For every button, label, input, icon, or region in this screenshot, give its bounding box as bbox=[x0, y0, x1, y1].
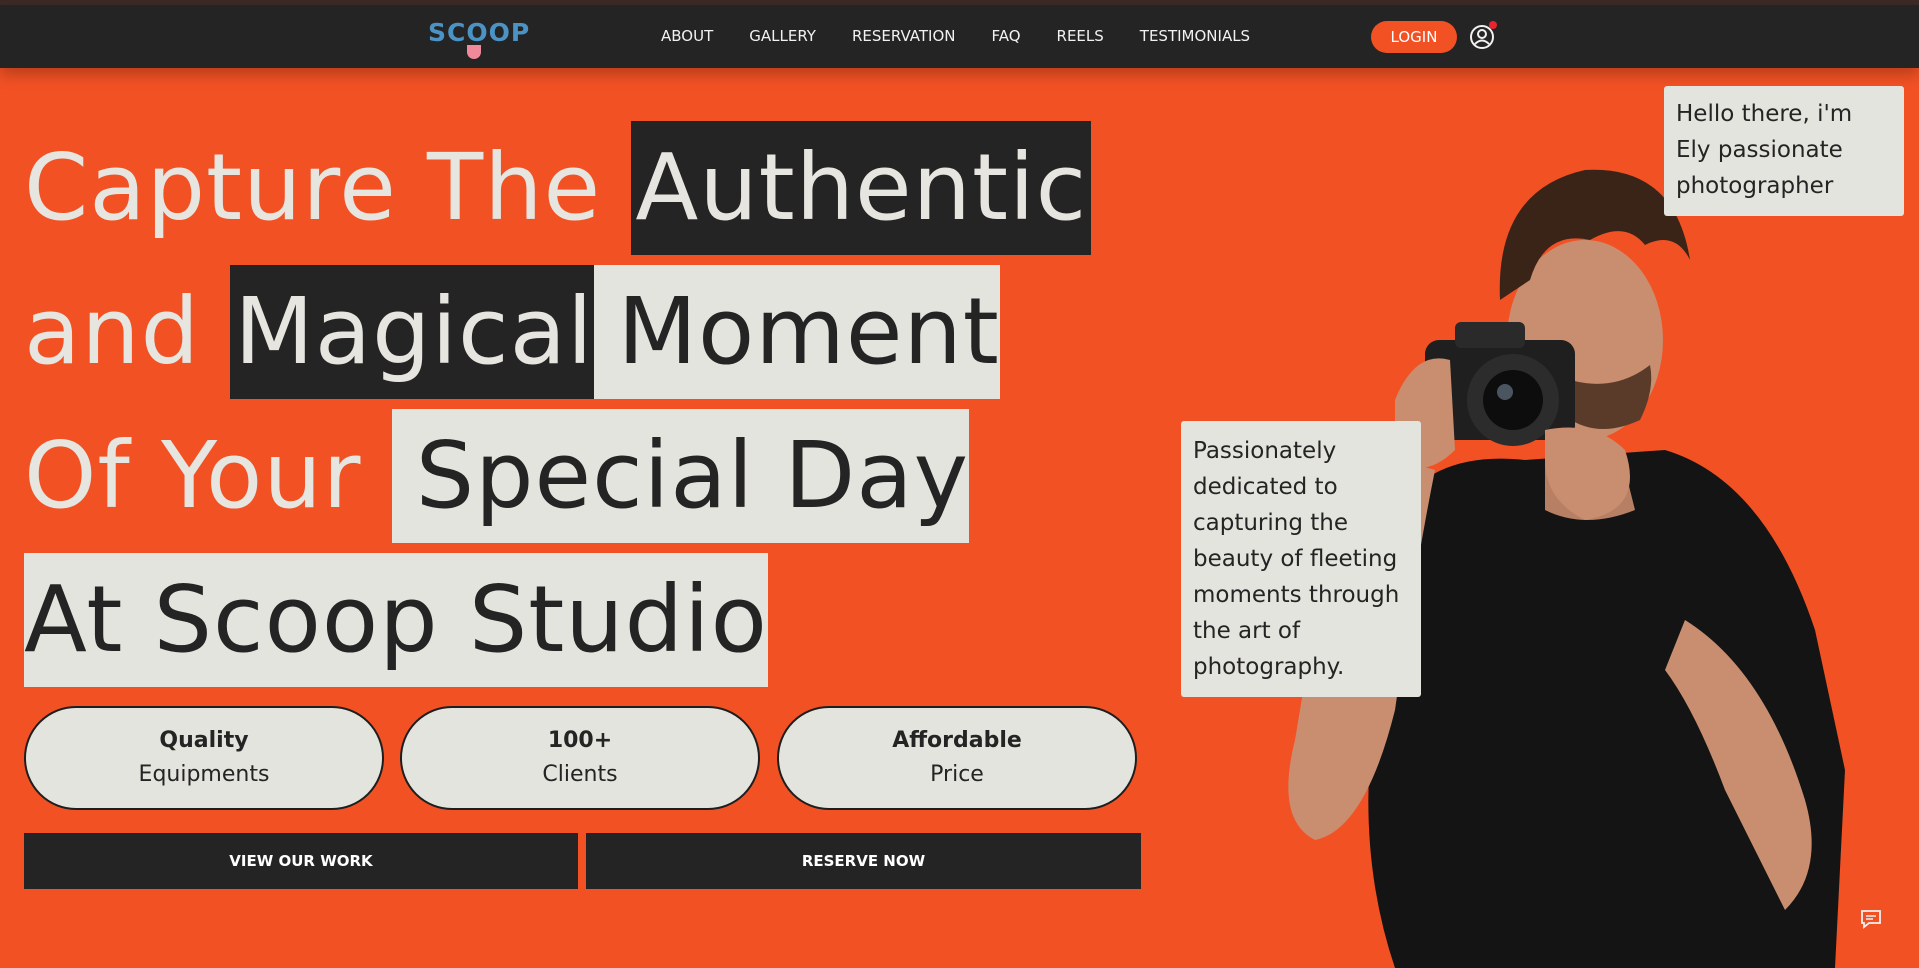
intro-text: Hello there, i'm Ely passionate photogra… bbox=[1676, 101, 1853, 199]
hero-line-2: and Magical Moment bbox=[24, 265, 1000, 399]
logo-text: SCOOP bbox=[428, 18, 531, 47]
feature-title: 100+ bbox=[547, 728, 613, 753]
hero-highlight-dark: Authentic bbox=[631, 121, 1092, 255]
hero-line-1: Capture The Authentic bbox=[24, 121, 1092, 255]
chat-icon[interactable] bbox=[1860, 908, 1882, 930]
hero-text: Capture The bbox=[24, 134, 632, 241]
feature-title: Affordable bbox=[892, 728, 1022, 753]
hero-text: and bbox=[24, 278, 231, 385]
nav-link-faq[interactable]: FAQ bbox=[991, 27, 1020, 49]
nav-link-reels[interactable]: REELS bbox=[1057, 27, 1104, 49]
navbar: SCOOP ABOUT GALLERY RESERVATION FAQ REEL… bbox=[0, 5, 1919, 68]
feature-subtitle: Clients bbox=[542, 762, 618, 787]
reserve-now-button[interactable]: RESERVE NOW bbox=[586, 833, 1141, 889]
logo-drip-icon bbox=[467, 45, 481, 59]
hero-highlight-light: Special Day bbox=[391, 409, 970, 543]
bio-bubble: Passionately dedicated to capturing the … bbox=[1181, 421, 1421, 697]
feature-pill-clients: 100+ Clients bbox=[400, 706, 760, 810]
hero-highlight-dark: Magical bbox=[230, 265, 594, 399]
nav-link-reservation[interactable]: RESERVATION bbox=[852, 27, 956, 49]
intro-bubble: Hello there, i'm Ely passionate photogra… bbox=[1664, 86, 1904, 216]
hero-text: Of Your bbox=[24, 422, 392, 529]
nav-links: ABOUT GALLERY RESERVATION FAQ REELS TEST… bbox=[661, 27, 1286, 49]
login-button[interactable]: LOGIN bbox=[1371, 21, 1457, 53]
hero-line-3: Of Your Special Day bbox=[24, 409, 970, 543]
nav-link-gallery[interactable]: GALLERY bbox=[749, 27, 816, 49]
hero-highlight-light: At Scoop Studio bbox=[24, 553, 768, 687]
feature-pill-price: Affordable Price bbox=[777, 706, 1137, 810]
feature-subtitle: Price bbox=[930, 762, 984, 787]
hero-line-4: At Scoop Studio bbox=[24, 553, 768, 687]
view-our-work-button[interactable]: VIEW OUR WORK bbox=[24, 833, 578, 889]
notification-dot-icon bbox=[1489, 21, 1497, 29]
feature-pill-quality: Quality Equipments bbox=[24, 706, 384, 810]
bio-text: Passionately dedicated to capturing the … bbox=[1193, 438, 1400, 680]
nav-link-about[interactable]: ABOUT bbox=[661, 27, 713, 49]
nav-link-testimonials[interactable]: TESTIMONIALS bbox=[1140, 27, 1250, 49]
feature-title: Quality bbox=[159, 728, 249, 753]
logo[interactable]: SCOOP bbox=[428, 18, 532, 59]
feature-subtitle: Equipments bbox=[138, 762, 270, 787]
hero-highlight-light: Moment bbox=[593, 265, 1000, 399]
